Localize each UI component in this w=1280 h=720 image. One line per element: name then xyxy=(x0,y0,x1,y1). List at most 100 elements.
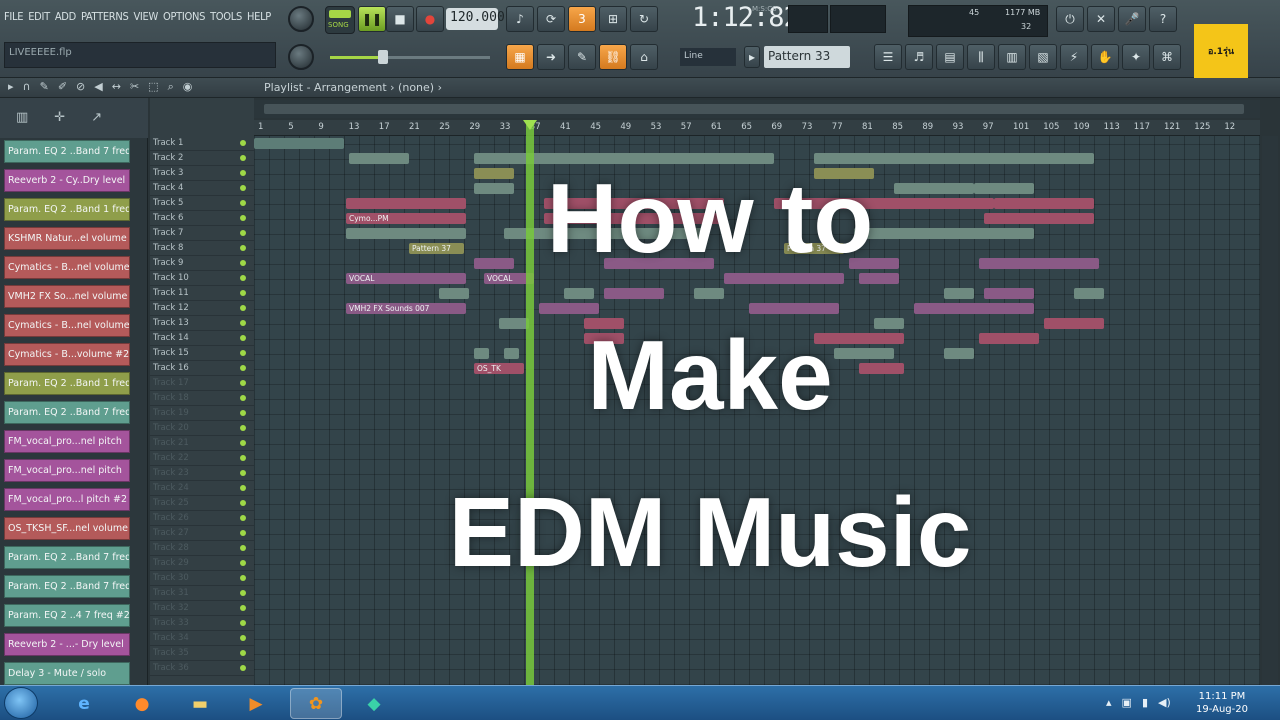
track-header[interactable]: Track 6 xyxy=(150,211,254,226)
track-header[interactable]: Track 21 xyxy=(150,436,254,451)
automation-clip[interactable]: Param. EQ 2 ..Band 1 freq xyxy=(4,198,130,221)
file-explorer-icon[interactable]: ▬ xyxy=(174,688,226,719)
menu-item-add[interactable]: ADD xyxy=(55,10,76,23)
track-mute-led[interactable] xyxy=(240,470,246,476)
pattern-select[interactable]: Pattern 33 xyxy=(764,46,850,68)
menu-item-file[interactable]: FILE xyxy=(4,10,23,23)
track-mute-led[interactable] xyxy=(240,395,246,401)
automation-clip[interactable]: Param. EQ 2 ..Band 7 freq xyxy=(4,401,130,424)
tray-device-icon[interactable]: ▣ xyxy=(1122,696,1132,709)
microphone-icon[interactable]: 🎤 xyxy=(1118,6,1146,32)
track-mute-led[interactable] xyxy=(240,485,246,491)
tools-icon[interactable]: ✕ xyxy=(1087,6,1115,32)
vertical-scrollbar[interactable] xyxy=(1262,136,1278,685)
pencil-icon[interactable]: ✎ xyxy=(568,44,596,70)
menu-item-edit[interactable]: EDIT xyxy=(28,10,50,23)
stop-button[interactable]: ■ xyxy=(386,6,414,32)
track-mute-led[interactable] xyxy=(240,530,246,536)
internet-explorer-icon[interactable]: e xyxy=(58,688,110,719)
track-mute-led[interactable] xyxy=(240,590,246,596)
filmora-icon[interactable]: ◆ xyxy=(348,688,400,719)
channel-rack-icon[interactable]: ▤ xyxy=(936,44,964,70)
track-mute-led[interactable] xyxy=(240,275,246,281)
track-mute-led[interactable] xyxy=(240,545,246,551)
track-header[interactable]: Track 11 xyxy=(150,286,254,301)
track-header[interactable]: Track 3 xyxy=(150,166,254,181)
slice-tool-icon[interactable]: ✂ xyxy=(130,80,139,94)
track-header[interactable]: Track 7 xyxy=(150,226,254,241)
tempo-display[interactable]: 120.000 xyxy=(446,8,505,30)
mixer-icon[interactable]: ⫼ xyxy=(967,44,995,70)
track-header[interactable]: Track 1 xyxy=(150,136,254,151)
countdown-icon[interactable]: 3 xyxy=(568,6,596,32)
taskbar-clock[interactable]: 11:11 PM 19-Aug-20 xyxy=(1196,690,1248,716)
track-mute-led[interactable] xyxy=(240,575,246,581)
track-header[interactable]: Track 31 xyxy=(150,586,254,601)
track-header[interactable]: Track 12 xyxy=(150,301,254,316)
mute-tool-icon[interactable]: ◀ xyxy=(94,80,102,94)
track-mute-led[interactable] xyxy=(240,350,246,356)
track-mute-led[interactable] xyxy=(240,665,246,671)
slip-tool-icon[interactable]: ↔ xyxy=(112,80,121,94)
menu-item-tools[interactable]: TOOLS xyxy=(210,10,242,23)
automation-clip[interactable]: Param. EQ 2 ..Band 1 freq xyxy=(4,372,130,395)
snap-select[interactable]: Line xyxy=(680,48,736,66)
piano-icon[interactable]: ▥ xyxy=(16,110,28,126)
automation-icon[interactable]: ↗ xyxy=(91,110,102,126)
track-header[interactable]: Track 30 xyxy=(150,571,254,586)
speaker-icon[interactable]: ◉ xyxy=(183,80,193,94)
automation-clip[interactable]: FM_vocal_pro...l pitch #2 xyxy=(4,488,130,511)
track-mute-led[interactable] xyxy=(240,215,246,221)
zoom-tool-icon[interactable]: ⌕ xyxy=(168,80,174,94)
track-mute-led[interactable] xyxy=(240,305,246,311)
stamp-icon[interactable]: ⌂ xyxy=(630,44,658,70)
automation-clip[interactable]: Param. EQ 2 ..Band 7 freq xyxy=(4,575,130,598)
plugin-picker-icon[interactable]: ⚡ xyxy=(1060,44,1088,70)
track-mute-led[interactable] xyxy=(240,260,246,266)
track-header[interactable]: Track 8 xyxy=(150,241,254,256)
delete-tool-icon[interactable]: ⊘ xyxy=(76,80,85,94)
automation-clip[interactable]: VMH2 FX So...nel volume xyxy=(4,285,130,308)
track-header[interactable]: Track 4 xyxy=(150,181,254,196)
track-mute-led[interactable] xyxy=(240,380,246,386)
brush-tool-icon[interactable]: ✐ xyxy=(58,80,67,94)
magnet-icon[interactable]: ∩ xyxy=(23,80,31,94)
master-pitch-knob[interactable] xyxy=(288,44,314,70)
track-mute-led[interactable] xyxy=(240,410,246,416)
automation-clip[interactable]: Delay 3 - Mute / solo xyxy=(4,662,130,685)
track-mute-led[interactable] xyxy=(240,620,246,626)
tray-arrow-icon[interactable]: ▴ xyxy=(1106,696,1112,709)
track-header[interactable]: Track 17 xyxy=(150,376,254,391)
track-header[interactable]: Track 19 xyxy=(150,406,254,421)
track-mute-led[interactable] xyxy=(240,245,246,251)
help-icon[interactable]: ? xyxy=(1149,6,1177,32)
loop-record-icon[interactable]: ↻ xyxy=(630,6,658,32)
track-mute-led[interactable] xyxy=(240,155,246,161)
track-header[interactable]: Track 36 xyxy=(150,661,254,676)
track-header[interactable]: Track 22 xyxy=(150,451,254,466)
firefox-icon[interactable]: ● xyxy=(116,688,168,719)
track-mute-led[interactable] xyxy=(240,185,246,191)
wait-record-icon[interactable]: ⟳ xyxy=(537,6,565,32)
track-header[interactable]: Track 10 xyxy=(150,271,254,286)
track-header[interactable]: Track 28 xyxy=(150,541,254,556)
track-mute-led[interactable] xyxy=(240,290,246,296)
track-header[interactable]: Track 25 xyxy=(150,496,254,511)
piano-roll-snap-icon[interactable]: ▦ xyxy=(506,44,534,70)
automation-clip[interactable]: Cymatics - B...nel volume xyxy=(4,256,130,279)
track-mute-led[interactable] xyxy=(240,230,246,236)
shop-icon[interactable]: ⌘ xyxy=(1153,44,1181,70)
network-icon[interactable]: ▮ xyxy=(1142,696,1148,709)
track-mute-led[interactable] xyxy=(240,455,246,461)
piano-roll-icon[interactable]: ♬ xyxy=(905,44,933,70)
main-volume-slider[interactable] xyxy=(330,50,490,64)
pencil-tool-icon[interactable]: ✎ xyxy=(40,80,49,94)
track-mute-led[interactable] xyxy=(240,500,246,506)
pattern-prev-icon[interactable]: ▸ xyxy=(744,46,760,68)
track-header[interactable]: Track 18 xyxy=(150,391,254,406)
track-mute-led[interactable] xyxy=(240,365,246,371)
track-mute-led[interactable] xyxy=(240,140,246,146)
track-header[interactable]: Track 14 xyxy=(150,331,254,346)
track-header[interactable]: Track 24 xyxy=(150,481,254,496)
media-player-icon[interactable]: ▶ xyxy=(230,688,282,719)
